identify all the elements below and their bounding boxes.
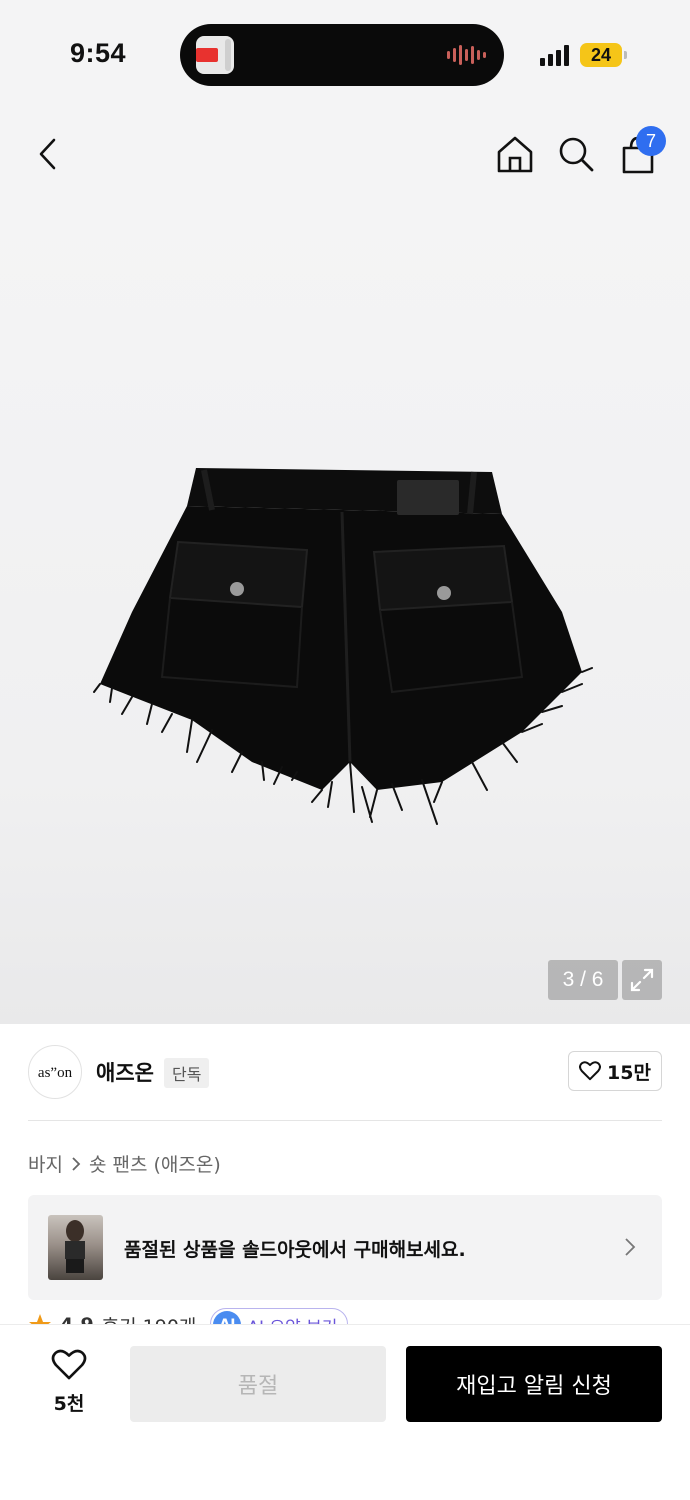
product-image — [93, 468, 593, 825]
home-icon — [497, 136, 533, 173]
wishlist-count: 5천 — [53, 1393, 85, 1415]
soldout-button: 품절 — [130, 1346, 386, 1422]
brand-like-count: 15만 — [607, 1061, 651, 1084]
banner-text: 품절된 상품을 솔드아웃에서 구매해보세요. — [124, 1239, 466, 1261]
image-counter: 3 / 6 — [548, 960, 618, 1000]
back-button[interactable] — [22, 128, 74, 180]
bottom-action-bar: 5천 품절 재입고 알림 신청 — [0, 1324, 690, 1500]
status-time: 9:54 — [70, 38, 127, 68]
chevron-left-icon — [39, 138, 56, 170]
search-icon — [559, 137, 594, 172]
brand-logo[interactable]: as”on — [28, 1045, 82, 1099]
banner-thumbnail — [48, 1215, 103, 1280]
heart-icon — [51, 1349, 87, 1380]
expand-button[interactable] — [622, 960, 662, 1000]
brand-like-button[interactable]: 15만 — [568, 1051, 662, 1091]
wishlist-button[interactable]: 5천 — [40, 1349, 98, 1416]
divider — [28, 1120, 662, 1121]
cellular-signal-icon — [540, 44, 569, 66]
top-nav: 7 — [0, 110, 690, 200]
cart-count-badge: 7 — [636, 126, 666, 156]
dynamic-island — [180, 24, 504, 86]
search-button[interactable] — [550, 128, 602, 180]
app-activity-icon — [196, 36, 234, 74]
expand-icon — [630, 968, 654, 992]
exclusive-badge: 단독 — [164, 1058, 210, 1088]
cart-button[interactable]: 7 — [612, 126, 666, 180]
brand-name[interactable]: 애즈온 — [96, 1057, 154, 1087]
home-button[interactable] — [489, 128, 541, 180]
battery-icon: 24 — [580, 43, 627, 67]
soldout-banner[interactable]: 품절된 상품을 솔드아웃에서 구매해보세요. — [28, 1195, 662, 1300]
heart-icon — [579, 1061, 602, 1081]
chevron-right-icon — [625, 1238, 636, 1256]
breadcrumb: 바지 숏 팬츠 (애즈온) — [28, 1150, 221, 1177]
chevron-right-icon — [72, 1156, 81, 1171]
audio-wave-icon — [447, 44, 486, 66]
product-gallery[interactable]: 3 / 6 — [0, 200, 690, 1024]
restock-alert-button[interactable]: 재입고 알림 신청 — [406, 1346, 662, 1422]
status-bar: 9:54 24 — [0, 0, 690, 110]
breadcrumb-subcategory[interactable]: 숏 팬츠 (애즈온) — [89, 1150, 221, 1177]
breadcrumb-category[interactable]: 바지 — [28, 1150, 63, 1177]
